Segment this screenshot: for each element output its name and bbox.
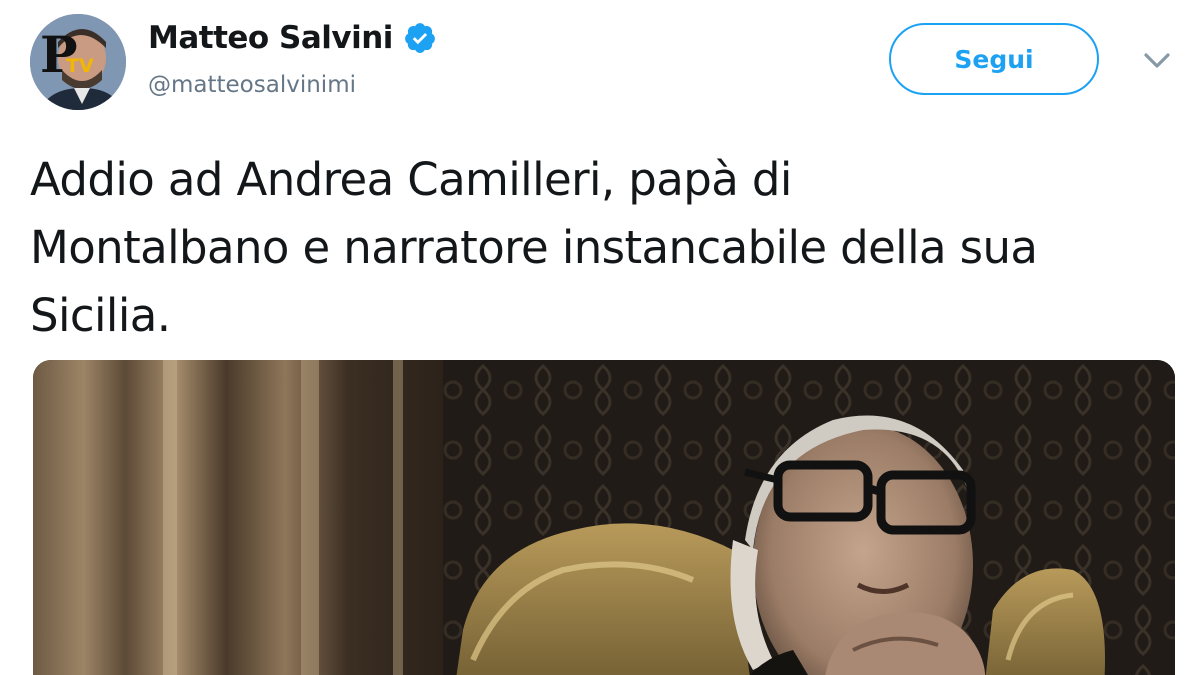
watermark-suffix: TV bbox=[66, 55, 94, 77]
tweet-card: P TV Matteo Salvini @matteosalvinimi Seg… bbox=[0, 0, 1200, 675]
photo-illustration bbox=[33, 360, 1175, 675]
author-name-label: Matteo Salvini bbox=[148, 20, 393, 56]
follow-button[interactable]: Segui bbox=[889, 23, 1099, 95]
tweet-text: Addio ad Andrea Camilleri, papà di Monta… bbox=[30, 153, 1038, 342]
ptv-watermark: P TV bbox=[40, 30, 104, 84]
chevron-down-icon[interactable] bbox=[1142, 50, 1172, 72]
author-handle[interactable]: @matteosalvinimi bbox=[148, 72, 356, 98]
author-name[interactable]: Matteo Salvini bbox=[148, 20, 437, 56]
tweet-media-image[interactable] bbox=[33, 360, 1175, 675]
verified-badge-icon bbox=[405, 23, 435, 53]
